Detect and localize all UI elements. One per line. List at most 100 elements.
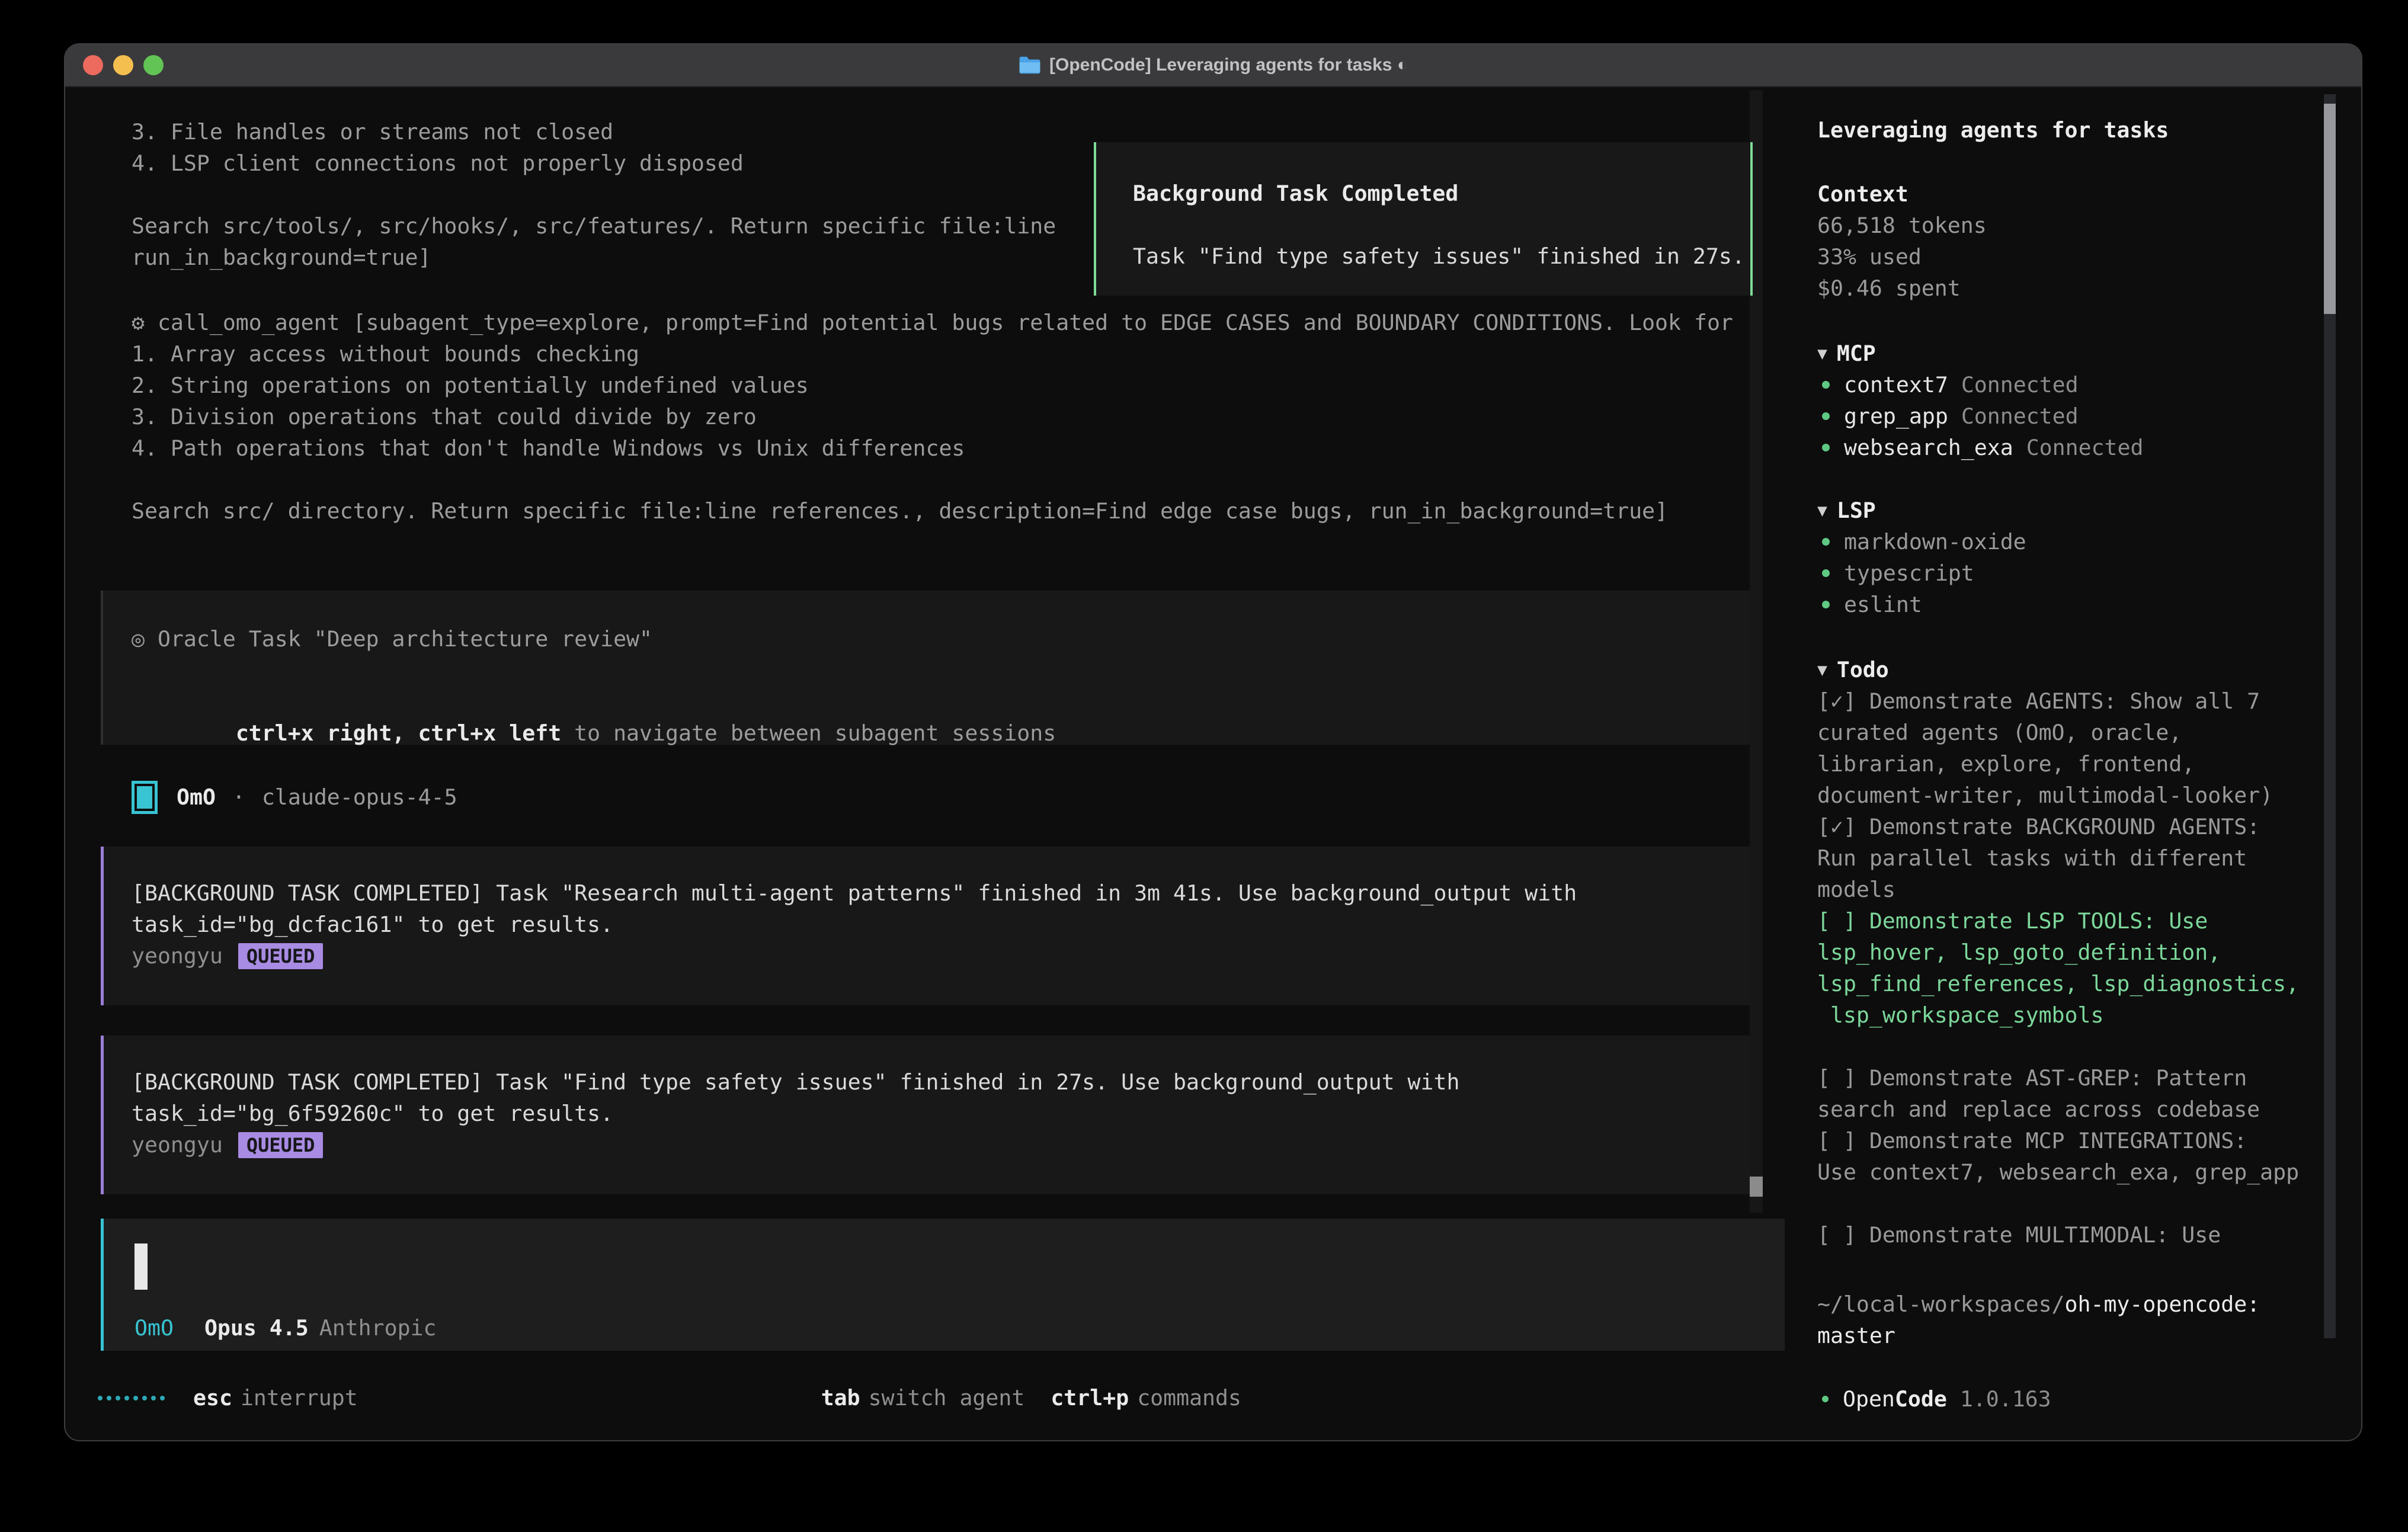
todo-line: [✓] Demonstrate AGENTS: Show all 7 — [1816, 685, 2326, 717]
minimize-button-icon[interactable] — [113, 55, 133, 75]
todo-line: [ ] Demonstrate MULTIMODAL: Use — [1816, 1219, 2326, 1251]
status-dot-icon — [1822, 601, 1830, 608]
input-agent-name: OmO — [135, 1312, 174, 1344]
status-dot-icon — [1822, 412, 1830, 420]
task-author: yeongyu — [132, 1129, 223, 1161]
ctrlp-key-label: commands — [1137, 1382, 1241, 1414]
status-bar: esc interrupt tab switch agent ctrl+p co… — [65, 1382, 1819, 1414]
terminal-text-line: run_in_background=true] — [132, 242, 1056, 273]
tool-call-line: ⚙ call_omo_agent [subagent_type=explore,… — [132, 307, 1733, 338]
text-cursor — [135, 1243, 148, 1290]
todo-line: [ ] Demonstrate AST-GREP: Pattern — [1816, 1062, 2326, 1094]
background-task-notification: Background Task Completed Task "Find typ… — [1094, 142, 1753, 296]
lsp-heading: LSP — [1837, 495, 1876, 526]
task-message-line2: task_id="bg_6f59260c" to get results. — [132, 1098, 1755, 1129]
spinner-dot — [107, 1396, 111, 1400]
todo-line: lsp_find_references, lsp_diagnostics, — [1816, 968, 2326, 999]
spinner-dot — [151, 1396, 156, 1400]
todo-line — [1816, 1031, 2326, 1062]
mcp-server-name: context7 — [1844, 369, 1948, 400]
lsp-server-name: eslint — [1844, 589, 1922, 620]
app-name: Open — [1843, 1383, 1895, 1415]
oracle-hint-keys: ctrl+x right, ctrl+x left — [236, 720, 561, 746]
terminal-window: [OpenCode] Leveraging agents for tasks ◐… — [65, 44, 2361, 1440]
todo-line: Use context7, websearch_exa, grep_app — [1816, 1156, 2326, 1188]
mcp-heading: MCP — [1837, 338, 1876, 369]
mcp-server-status: Connected — [1961, 400, 2079, 432]
tool-call-line: 3. Division operations that could divide… — [132, 401, 1733, 432]
app-version: 1.0.163 — [1960, 1383, 2051, 1415]
todo-line: document-writer, multimodal-looker) — [1816, 780, 2326, 811]
status-dot-icon — [1822, 538, 1830, 546]
agent-session-header: OmO · claude-opus-4-5 — [132, 781, 457, 813]
background-task-message: [BACKGROUND TASK COMPLETED] Task "Find t… — [101, 1036, 1755, 1194]
spinner-dot — [142, 1396, 147, 1400]
spinner-dots-icon — [98, 1396, 165, 1400]
context-used: 33% used — [1816, 241, 2326, 273]
lsp-server-item: markdown-oxide — [1816, 526, 2326, 557]
spinner-dot — [124, 1396, 129, 1400]
esc-key-label: interrupt — [241, 1382, 358, 1414]
mcp-server-status: Connected — [2026, 432, 2144, 463]
terminal-text-line — [132, 179, 1056, 210]
todo-line: search and replace across codebase — [1816, 1094, 2326, 1125]
tab-key-label: switch agent — [869, 1382, 1025, 1414]
spinner-dot — [133, 1396, 138, 1400]
mcp-server-name: websearch_exa — [1844, 432, 2013, 463]
folder-icon — [1019, 56, 1041, 75]
todo-line: curated agents (OmO, oracle, — [1816, 717, 2326, 748]
oracle-task-card: ◎ Oracle Task "Deep architecture review"… — [101, 591, 1755, 745]
todo-line: lsp_workspace_symbols — [1816, 999, 2326, 1031]
todo-heading: Todo — [1837, 654, 1889, 685]
chat-scrollbar-thumb[interactable] — [1750, 1177, 1763, 1197]
todo-line: [ ] Demonstrate MCP INTEGRATIONS: — [1816, 1125, 2326, 1156]
workspace-path-prefix: ~/local-workspaces/ — [1817, 1289, 2065, 1320]
tab-key-hint: tab — [821, 1382, 860, 1414]
context-heading: Context — [1816, 178, 2326, 210]
chevron-down-icon: ▼ — [1817, 654, 1827, 685]
terminal-text-line: Search src/tools/, src/hooks/, src/featu… — [132, 210, 1056, 242]
todo-line: models — [1816, 874, 2326, 905]
sidebar-version: OpenCode1.0.163 — [1816, 1383, 2326, 1415]
todo-line — [1816, 1188, 2326, 1219]
mcp-server-item: websearch_exa Connected — [1816, 432, 2326, 463]
workspace-repo: oh-my-opencode: — [2065, 1289, 2260, 1320]
tool-call-line: 2. String operations on potentially unde… — [132, 370, 1733, 401]
lsp-server-name: typescript — [1844, 557, 1974, 589]
status-dot-icon — [1822, 569, 1830, 577]
agent-cursor-icon — [132, 781, 158, 814]
mcp-server-status: Connected — [1961, 369, 2079, 400]
chevron-down-icon: ▼ — [1817, 495, 1827, 526]
maximize-button-icon[interactable] — [143, 55, 164, 75]
input-model-row: OmO Opus 4.5 Anthropic — [135, 1312, 437, 1344]
todo-line: Run parallel tasks with different — [1816, 842, 2326, 874]
close-button-icon[interactable] — [83, 55, 103, 75]
agent-model: claude-opus-4-5 — [262, 781, 457, 813]
status-dot-icon — [1822, 381, 1830, 389]
sidebar-scrollbar-thumb[interactable] — [2324, 104, 2336, 314]
oracle-hint-text: to navigate between subagent sessions — [561, 720, 1056, 746]
task-message-line2: task_id="bg_dcfac161" to get results. — [132, 909, 1755, 940]
tool-call-block: ⚙ call_omo_agent [subagent_type=explore,… — [132, 307, 1733, 527]
separator-dot: · — [232, 781, 245, 813]
sidebar-scrollbar[interactable] — [2324, 94, 2336, 1338]
chevron-down-icon: ▼ — [1817, 338, 1827, 369]
sidebar-mcp-section: ▼ MCP context7 Connected grep_app Connec… — [1816, 338, 2326, 463]
background-task-message: [BACKGROUND TASK COMPLETED] Task "Resear… — [101, 847, 1755, 1005]
prompt-input[interactable]: OmO Opus 4.5 Anthropic — [101, 1219, 1785, 1351]
window-titlebar[interactable]: [OpenCode] Leveraging agents for tasks ◐ — [65, 44, 2361, 87]
todo-section-header[interactable]: ▼ Todo — [1816, 654, 2326, 685]
terminal-text-line: 4. LSP client connections not properly d… — [132, 148, 1056, 179]
tool-call-line — [132, 464, 1733, 495]
mcp-section-header[interactable]: ▼ MCP — [1816, 338, 2326, 369]
status-dot-icon — [1822, 444, 1830, 451]
lsp-section-header[interactable]: ▼ LSP — [1816, 495, 2326, 526]
tool-call-line: 1. Array access without bounds checking — [132, 338, 1733, 370]
lsp-server-item: typescript — [1816, 557, 2326, 589]
input-provider-name: Anthropic — [319, 1312, 437, 1344]
spinner-dot — [116, 1396, 120, 1400]
oracle-task-title: ◎ Oracle Task "Deep architecture review" — [132, 623, 1755, 655]
notification-title: Background Task Completed — [1133, 178, 1750, 209]
lsp-server-item: eslint — [1816, 589, 2326, 620]
tool-call-line: Search src/ directory. Return specific f… — [132, 495, 1733, 527]
